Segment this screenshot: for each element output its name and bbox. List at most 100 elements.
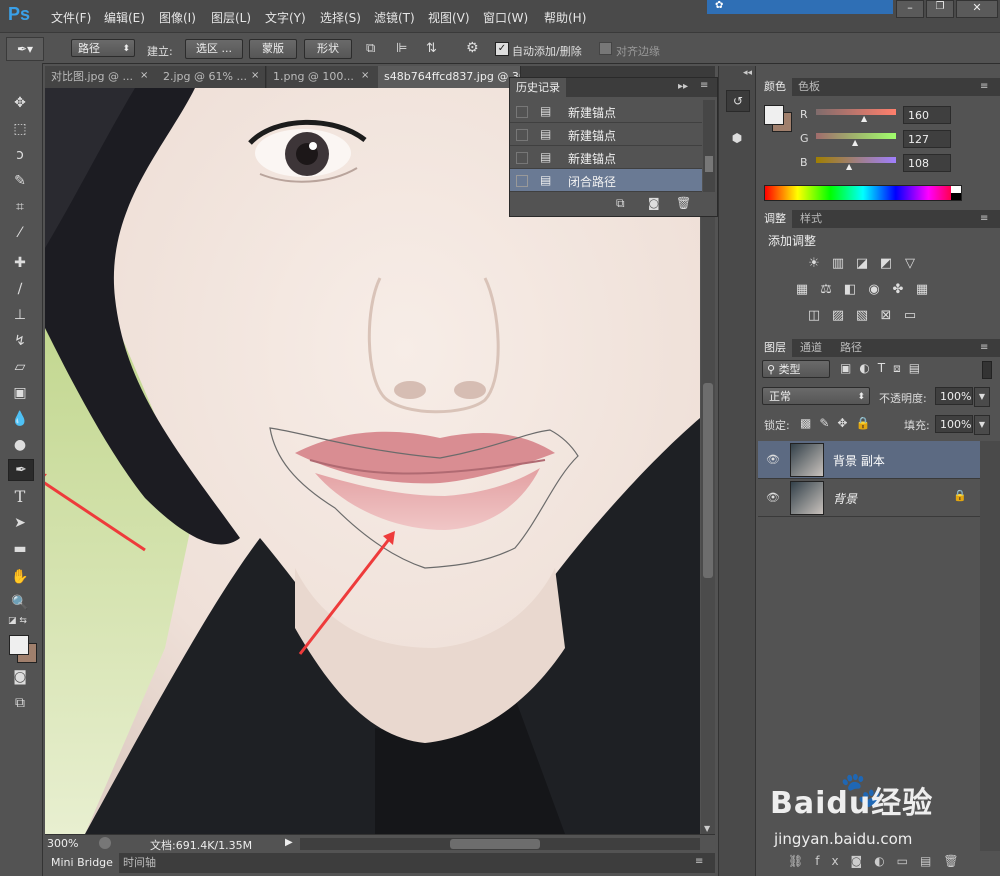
dodge-tool-icon[interactable]: ● <box>8 435 32 455</box>
trash-icon[interactable]: 🗑 <box>676 196 691 210</box>
history-brush-source-box[interactable] <box>516 106 528 118</box>
history-item[interactable]: ▤ 新建锚点 <box>510 123 702 146</box>
menu-image[interactable]: 图像(I) <box>159 9 196 26</box>
slider-thumb-icon[interactable]: ▲ <box>852 138 858 147</box>
properties-panel-icon[interactable]: ⬢ <box>726 128 748 148</box>
filter-toggle[interactable] <box>982 361 992 379</box>
move-tool-icon[interactable]: ✥ <box>8 93 32 113</box>
auto-add-delete-checkbox[interactable]: ✓ <box>495 42 509 56</box>
history-panel-icon[interactable]: ↺ <box>726 90 750 112</box>
collapse-icon[interactable]: ◂◂ <box>743 68 752 78</box>
new-document-from-state-icon[interactable]: ⧉ <box>616 196 625 211</box>
posterize-icon[interactable]: ▨ <box>830 309 846 323</box>
tab-paths[interactable]: 路径 <box>834 339 868 357</box>
layer-name[interactable]: 背景 副本 <box>833 452 885 469</box>
history-item-selected[interactable]: ▤ 闭合路径 <box>510 169 702 192</box>
fill-input[interactable]: 100% <box>935 415 973 433</box>
channel-r-slider[interactable] <box>816 109 896 115</box>
brightness-icon[interactable]: ☀ <box>806 257 822 271</box>
make-shape-button[interactable]: 形状 <box>304 39 352 59</box>
panel-menu-icon[interactable]: ≡ <box>980 342 988 353</box>
scroll-down-icon[interactable]: ▼ <box>704 824 710 833</box>
layer-row-selected[interactable]: 👁 背景 副本 <box>758 441 980 479</box>
tab-swatches[interactable]: 色板 <box>792 78 826 96</box>
menu-edit[interactable]: 编辑(E) <box>104 9 145 26</box>
gear-icon[interactable]: ⚙ <box>466 40 479 56</box>
chevron-down-icon[interactable]: ▼ <box>974 415 990 435</box>
crop-tool-icon[interactable]: ⌗ <box>8 197 32 217</box>
opacity-input[interactable]: 100% <box>935 387 973 405</box>
panel-menu-icon[interactable]: ≡ <box>980 213 988 224</box>
tab-styles[interactable]: 样式 <box>794 210 828 228</box>
status-menu-arrow-icon[interactable]: ▶ <box>285 837 293 848</box>
panel-menu-icon[interactable]: ≡ <box>695 856 703 867</box>
color-panel-foreground-swatch[interactable] <box>764 105 784 125</box>
slider-thumb-icon[interactable]: ▲ <box>846 162 852 171</box>
close-window-button[interactable]: ✕ <box>956 0 998 18</box>
history-scrollbar[interactable] <box>703 100 715 192</box>
eye-icon[interactable]: 👁 <box>766 453 780 466</box>
collapse-icon[interactable]: ▸▸ <box>678 81 688 92</box>
photo-filter-icon[interactable]: ◉ <box>866 283 882 297</box>
quick-select-tool-icon[interactable]: ✎ <box>8 171 32 191</box>
menu-view[interactable]: 视图(V) <box>428 9 470 26</box>
history-item[interactable]: ▤ 新建锚点 <box>510 100 702 123</box>
zoom-tool-icon[interactable]: 🔍 <box>8 593 32 613</box>
tab-doc-2[interactable]: 2.jpg @ 61% ... <box>157 66 266 88</box>
hand-tool-icon[interactable]: ✋ <box>8 567 32 587</box>
default-colors-icon[interactable]: ◪ ⇆ <box>8 616 27 626</box>
layer-filter-select[interactable]: ⚲ 类型 <box>762 360 830 378</box>
curves-icon[interactable]: ◪ <box>854 257 870 271</box>
history-brush-source-box[interactable] <box>516 152 528 164</box>
channel-g-input[interactable]: 127 <box>903 130 951 148</box>
path-alignment-icon[interactable]: ⊫ <box>396 41 407 56</box>
path-arrangement-icon[interactable]: ⇅ <box>426 41 437 56</box>
history-brush-tool-icon[interactable]: ↯ <box>8 331 32 351</box>
threshold-icon[interactable]: ▧ <box>854 309 870 323</box>
tab-history[interactable]: 历史记录 <box>510 78 566 97</box>
healing-brush-tool-icon[interactable]: ✚ <box>8 253 32 273</box>
levels-icon[interactable]: ▥ <box>830 257 846 271</box>
channel-b-slider[interactable] <box>816 157 896 163</box>
path-selection-tool-icon[interactable]: ➤ <box>8 513 32 533</box>
scroll-thumb[interactable] <box>705 156 713 172</box>
tab-layers[interactable]: 图层 <box>758 339 792 357</box>
black-white-icon[interactable]: ◧ <box>842 283 858 297</box>
quick-mask-icon[interactable]: ◙ <box>8 667 32 687</box>
type-tool-icon[interactable]: T <box>8 487 32 507</box>
make-mask-button[interactable]: 蒙版 <box>249 39 297 59</box>
clone-stamp-tool-icon[interactable]: ⊥ <box>8 305 32 325</box>
eraser-tool-icon[interactable]: ▱ <box>8 357 32 377</box>
menu-window[interactable]: 窗口(W) <box>483 9 528 26</box>
history-brush-source-box[interactable] <box>516 175 528 187</box>
tab-color[interactable]: 颜色 <box>758 78 792 96</box>
zoom-level[interactable]: 300% <box>47 837 78 850</box>
minimize-button[interactable]: – <box>896 0 924 18</box>
tab-timeline[interactable]: 时间轴 <box>119 853 160 873</box>
scroll-thumb[interactable] <box>450 839 540 849</box>
scroll-thumb[interactable] <box>703 383 713 578</box>
color-lookup-icon[interactable]: ▦ <box>914 283 930 297</box>
tool-preset-picker[interactable]: ✒▾ <box>6 37 44 61</box>
blend-mode-select[interactable]: 正常 ⬍ <box>762 387 870 405</box>
hue-saturation-icon[interactable]: ▦ <box>794 283 810 297</box>
exposure-icon[interactable]: ◩ <box>878 257 894 271</box>
maximize-button[interactable]: ❐ <box>926 0 954 18</box>
camera-icon[interactable]: ◙ <box>648 196 660 210</box>
chevron-down-icon[interactable]: ▼ <box>974 387 990 407</box>
foreground-color-swatch[interactable] <box>9 635 29 655</box>
selective-color-icon[interactable]: ⊠ <box>878 309 894 323</box>
menu-layer[interactable]: 图层(L) <box>211 9 251 26</box>
close-icon[interactable]: × <box>251 70 259 81</box>
rectangle-tool-icon[interactable]: ▬ <box>8 539 32 559</box>
screen-mode-icon[interactable]: ⧉ <box>8 693 32 713</box>
layer-filter-icons[interactable]: ▣◐T⧈▤ <box>840 361 928 376</box>
layer-row[interactable]: 👁 背景 🔒 <box>758 479 980 517</box>
make-selection-button[interactable]: 选区 ... <box>185 39 243 59</box>
slider-thumb-icon[interactable]: ▲ <box>861 114 867 123</box>
channel-b-input[interactable]: 108 <box>903 154 951 172</box>
menu-help[interactable]: 帮助(H) <box>544 9 586 26</box>
menu-type[interactable]: 文字(Y) <box>265 9 306 26</box>
lock-icons[interactable]: ▩✎✥🔒 <box>800 416 878 430</box>
history-item[interactable]: ▤ 新建锚点 <box>510 146 702 169</box>
